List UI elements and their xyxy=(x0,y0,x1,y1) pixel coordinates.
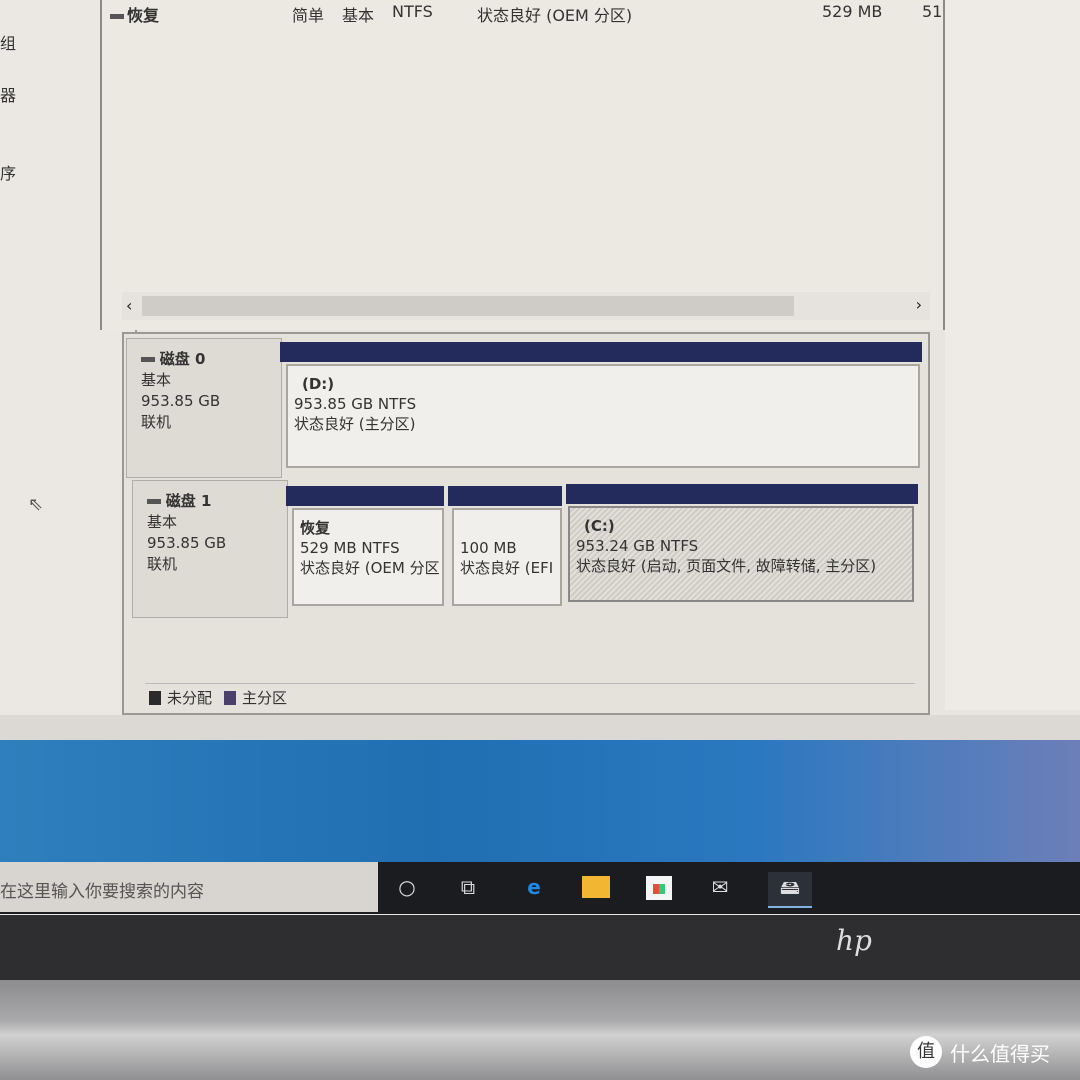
cortana-icon[interactable]: ○ xyxy=(391,872,423,902)
volume-icon xyxy=(110,14,124,19)
legend-primary: 主分区 xyxy=(242,689,288,707)
volume-capacity: 529 MB xyxy=(822,2,883,21)
volume-status: 状态良好 (OEM 分区) xyxy=(477,6,633,25)
partition-efi[interactable]: 100 MB 状态良好 (EFI xyxy=(452,508,562,606)
volume-name: 恢复 xyxy=(110,2,159,26)
mouse-cursor-icon: ⇖ xyxy=(28,494,44,515)
disk-icon xyxy=(141,357,155,362)
disk-icon xyxy=(147,499,161,504)
legend-swatch-primary xyxy=(224,690,237,705)
volume-fs: NTFS xyxy=(392,2,433,21)
partition-bar xyxy=(448,486,562,506)
hp-logo: hp xyxy=(836,924,872,957)
task-view-icon[interactable]: ⧉ xyxy=(452,872,484,902)
legend-unallocated: 未分配 xyxy=(167,689,213,707)
disk-0-label[interactable]: 磁盘 0 基本 953.85 GB 联机 xyxy=(126,338,282,478)
disk-management-icon[interactable]: 🖴 xyxy=(768,872,812,908)
volume-layout: 简单 xyxy=(292,6,325,25)
scroll-right-button[interactable]: › xyxy=(916,295,922,314)
scroll-left-button[interactable]: ‹ xyxy=(126,296,132,315)
tree-item[interactable]: 组 xyxy=(0,30,16,54)
screen: 组 器 序 ⇖ 恢复 简单 基本 NTFS 状态良好 (OEM 分区) 529 … xyxy=(0,0,1080,915)
volume-free: 51 xyxy=(922,2,943,21)
disk-graph-view: 磁盘 0 基本 953.85 GB 联机 (D:) 953.85 GB NTFS… xyxy=(122,332,930,715)
window-bottom-edge xyxy=(0,715,1080,740)
partition-bar xyxy=(286,486,444,506)
taskbar-search-box[interactable]: 在这里输入你要搜索的内容 xyxy=(0,862,378,912)
file-explorer-icon[interactable] xyxy=(582,876,610,898)
legend-swatch-unallocated xyxy=(149,690,161,705)
mail-icon[interactable]: ✉ xyxy=(704,872,736,902)
partition-bar xyxy=(280,342,922,362)
partition-bar xyxy=(566,484,918,504)
actions-pane xyxy=(945,0,1080,710)
store-icon[interactable] xyxy=(646,876,672,900)
partition-recovery[interactable]: 恢复 529 MB NTFS 状态良好 (OEM 分区 xyxy=(292,508,444,606)
disk-1-label[interactable]: 磁盘 1 基本 953.85 GB 联机 xyxy=(132,480,288,618)
edge-icon[interactable]: e xyxy=(518,872,550,902)
legend: 未分配 主分区 xyxy=(145,683,915,711)
tree-item[interactable]: 器 xyxy=(0,82,16,106)
volume-type: 基本 xyxy=(342,6,375,25)
tree-item[interactable]: 序 xyxy=(0,160,16,184)
volume-list: 恢复 简单 基本 NTFS 状态良好 (OEM 分区) 529 MB 51 xyxy=(100,0,945,330)
horizontal-scrollbar[interactable]: ‹ › xyxy=(122,292,930,320)
desktop-background xyxy=(0,740,1080,862)
watermark: 值 什么值得买 xyxy=(910,1036,1050,1068)
partition-c[interactable]: (C:) 953.24 GB NTFS 状态良好 (启动, 页面文件, 故障转储… xyxy=(568,506,914,602)
partition-d[interactable]: (D:) 953.85 GB NTFS 状态良好 (主分区) xyxy=(286,364,920,468)
laptop-bezel xyxy=(0,915,1080,980)
scrollbar-thumb[interactable] xyxy=(142,296,794,316)
